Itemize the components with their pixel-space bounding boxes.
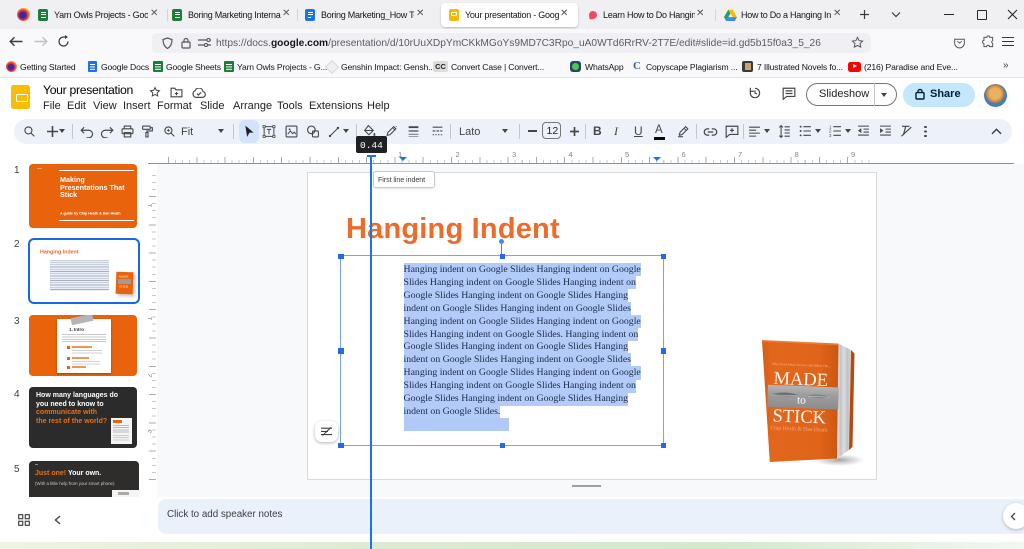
svg-text:3: 3 xyxy=(829,133,832,137)
svg-text:to: to xyxy=(797,394,807,406)
